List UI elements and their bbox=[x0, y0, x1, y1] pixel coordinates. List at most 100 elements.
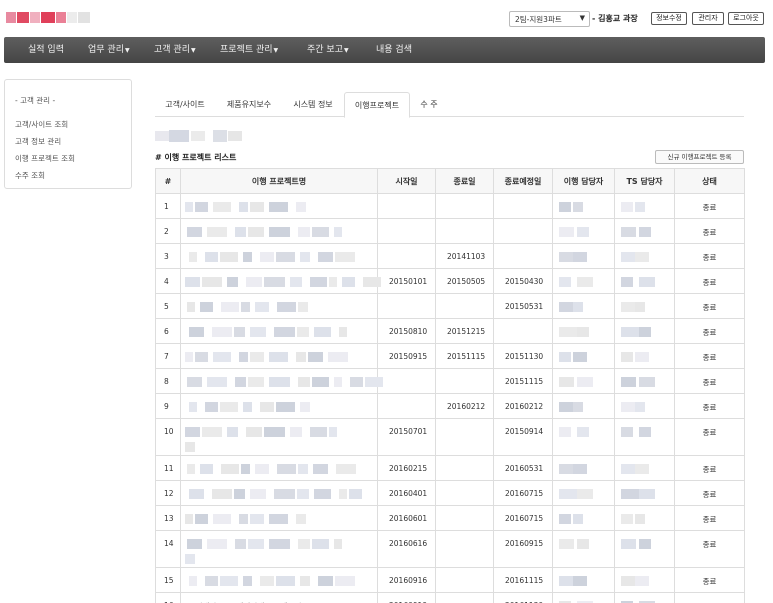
new-migration-project-button[interactable]: 신규 이행프로젝트 등록 bbox=[655, 150, 744, 164]
column-header[interactable]: TS 담당자 bbox=[614, 168, 675, 194]
column-header[interactable]: 상태 bbox=[674, 168, 745, 194]
nav-item-content-search[interactable]: 내용 검색 bbox=[376, 37, 412, 63]
cell-planned-end-date: 20151115 bbox=[493, 368, 553, 394]
table-row[interactable]: 4 20150101 20150505 20150430 종료 bbox=[155, 268, 745, 294]
table-row[interactable]: 11 20160215 20160531 종료 bbox=[155, 455, 745, 481]
cell-ts-owner bbox=[614, 530, 675, 568]
cell-migration-owner bbox=[552, 343, 615, 369]
cell-planned-end-date-text: 20160531 bbox=[505, 464, 544, 473]
cell-status-text: 종료 bbox=[702, 303, 717, 312]
nav-item-performance-input[interactable]: 실적 입력 bbox=[28, 37, 64, 63]
cell-project-name[interactable] bbox=[180, 243, 378, 269]
column-header[interactable]: 종료일 bbox=[435, 168, 494, 194]
cell-ts-owner bbox=[614, 592, 675, 603]
cell-status: 종료 bbox=[674, 243, 745, 269]
cell-project-name[interactable] bbox=[180, 318, 378, 344]
cell-project-name[interactable] bbox=[180, 393, 378, 419]
cell-planned-end-date-text: 20150914 bbox=[505, 427, 544, 436]
sidebar-item-customer-site-lookup[interactable]: 고객/사이트 조회 bbox=[15, 119, 68, 130]
cell-status-text: 종료 bbox=[702, 465, 717, 474]
nav-item-work-management[interactable]: 업무 관리▼ bbox=[88, 37, 130, 63]
logout-button[interactable]: 로그아웃 bbox=[728, 12, 764, 25]
cell-project-name[interactable] bbox=[180, 418, 378, 456]
cell-start-date bbox=[377, 243, 436, 269]
cell-number: 3 bbox=[155, 243, 181, 269]
cell-end-date bbox=[435, 592, 494, 603]
cell-migration-owner bbox=[552, 243, 615, 269]
tab-migration-project[interactable]: 이행프로젝트 bbox=[344, 92, 410, 118]
cell-project-name[interactable] bbox=[180, 218, 378, 244]
sidebar-item-customer-info[interactable]: 고객 정보 관리 bbox=[15, 136, 61, 147]
cell-start-date: 20150915 bbox=[377, 343, 436, 369]
sidebar-item-order-lookup[interactable]: 수주 조회 bbox=[15, 170, 45, 181]
cell-status: 종료 bbox=[674, 530, 745, 568]
cell-end-date bbox=[435, 480, 494, 506]
cell-end-date: 20160212 bbox=[435, 393, 494, 419]
table-row[interactable]: 3 20141103 종료 bbox=[155, 243, 745, 269]
cell-status: 종료 bbox=[674, 193, 745, 219]
nav-item-weekly-report[interactable]: 주간 보고▼ bbox=[307, 37, 349, 63]
table-row[interactable]: 10 20150701 20150914 종료 bbox=[155, 418, 745, 456]
admin-button[interactable]: 관리자 bbox=[692, 12, 724, 25]
table-header-row: # 이행 프로젝트명 시작일 종료일 종료예정일 이행 담당자 TS 담당자 상… bbox=[155, 168, 745, 194]
cell-status-text: 종료 bbox=[702, 203, 717, 212]
cell-start-date bbox=[377, 193, 436, 219]
cell-ts-owner bbox=[614, 455, 675, 481]
nav-item-project-management[interactable]: 프로젝트 관리▼ bbox=[220, 37, 278, 63]
table-row[interactable]: 8 20151115 종료 bbox=[155, 368, 745, 394]
table-row[interactable]: 13 20160601 20160715 종료 bbox=[155, 505, 745, 531]
customer-summary-redacted bbox=[155, 130, 245, 142]
redacted-person bbox=[553, 377, 614, 387]
table-row[interactable]: 15 20160916 20161115 종료 bbox=[155, 567, 745, 593]
cell-ts-owner bbox=[614, 393, 675, 419]
column-header[interactable]: 이행 프로젝트명 bbox=[180, 168, 378, 194]
sidebar-item-migration-project-lookup[interactable]: 이행 프로젝트 조회 bbox=[15, 153, 75, 164]
cell-planned-end-date-text: 20160715 bbox=[505, 489, 544, 498]
cell-project-name[interactable] bbox=[180, 480, 378, 506]
redacted-person bbox=[615, 576, 674, 586]
redacted-person bbox=[615, 539, 674, 549]
table-row[interactable]: 12 20160401 20160715 종료 bbox=[155, 480, 745, 506]
table-row[interactable]: 6 20150810 20151215 종료 bbox=[155, 318, 745, 344]
cell-project-name[interactable] bbox=[180, 505, 378, 531]
column-header[interactable]: 종료예정일 bbox=[493, 168, 553, 194]
cell-migration-owner bbox=[552, 567, 615, 593]
column-header[interactable]: 시작일 bbox=[377, 168, 436, 194]
cell-project-name[interactable] bbox=[180, 268, 381, 294]
tab-system-info[interactable]: 시스템 정보 bbox=[286, 92, 340, 117]
table-row[interactable]: 14 20160616 20160915 종료 bbox=[155, 530, 745, 568]
cell-status-text: 종료 bbox=[702, 328, 717, 337]
cell-project-name[interactable] bbox=[180, 193, 378, 219]
cell-start-date bbox=[377, 218, 436, 244]
cell-project-name[interactable] bbox=[180, 293, 378, 319]
cell-status: 종료 bbox=[674, 480, 745, 506]
cell-project-name[interactable]: GS리테일-CVS-매장관계 시스템 구축 bbox=[180, 592, 378, 603]
table-row[interactable]: 7 20150915 20151115 20151130 종료 bbox=[155, 343, 745, 369]
table-row[interactable]: 2 종료 bbox=[155, 218, 745, 244]
column-header[interactable]: 이행 담당자 bbox=[552, 168, 615, 194]
tab-orders[interactable]: 수 주 bbox=[414, 92, 444, 117]
cell-project-name[interactable] bbox=[180, 530, 378, 568]
table-row[interactable]: 9 20160212 20160212 종료 bbox=[155, 393, 745, 419]
cell-end-date: 20151115 bbox=[435, 343, 494, 369]
cell-project-name[interactable] bbox=[180, 567, 378, 593]
cell-number-text: 6 bbox=[164, 327, 169, 336]
nav-item-customer-management[interactable]: 고객 관리▼ bbox=[154, 37, 196, 63]
company-logo[interactable] bbox=[6, 9, 98, 26]
cell-project-name[interactable] bbox=[180, 343, 378, 369]
redacted-text bbox=[181, 442, 377, 452]
redacted-person bbox=[553, 539, 614, 549]
cell-end-date: 20151215 bbox=[435, 318, 494, 344]
cell-project-name[interactable] bbox=[180, 368, 383, 394]
cell-number: 14 bbox=[155, 530, 181, 568]
redacted-text bbox=[181, 302, 377, 312]
tab-product-maintenance[interactable]: 제품유지보수 bbox=[219, 92, 279, 117]
table-row[interactable]: 5 20150531 종료 bbox=[155, 293, 745, 319]
table-row[interactable]: 16GS리테일-CVS-매장관계 시스템 구축20160919 20161130 종… bbox=[155, 592, 745, 603]
column-header[interactable]: # bbox=[155, 168, 181, 194]
profile-edit-button[interactable]: 정보수정 bbox=[651, 12, 687, 25]
tab-customer-site[interactable]: 고객/사이트 bbox=[159, 92, 211, 117]
cell-project-name[interactable] bbox=[180, 455, 378, 481]
team-select[interactable]: 2팀-지원3파트 ▼ bbox=[509, 11, 590, 27]
table-row[interactable]: 1 종료 bbox=[155, 193, 745, 219]
